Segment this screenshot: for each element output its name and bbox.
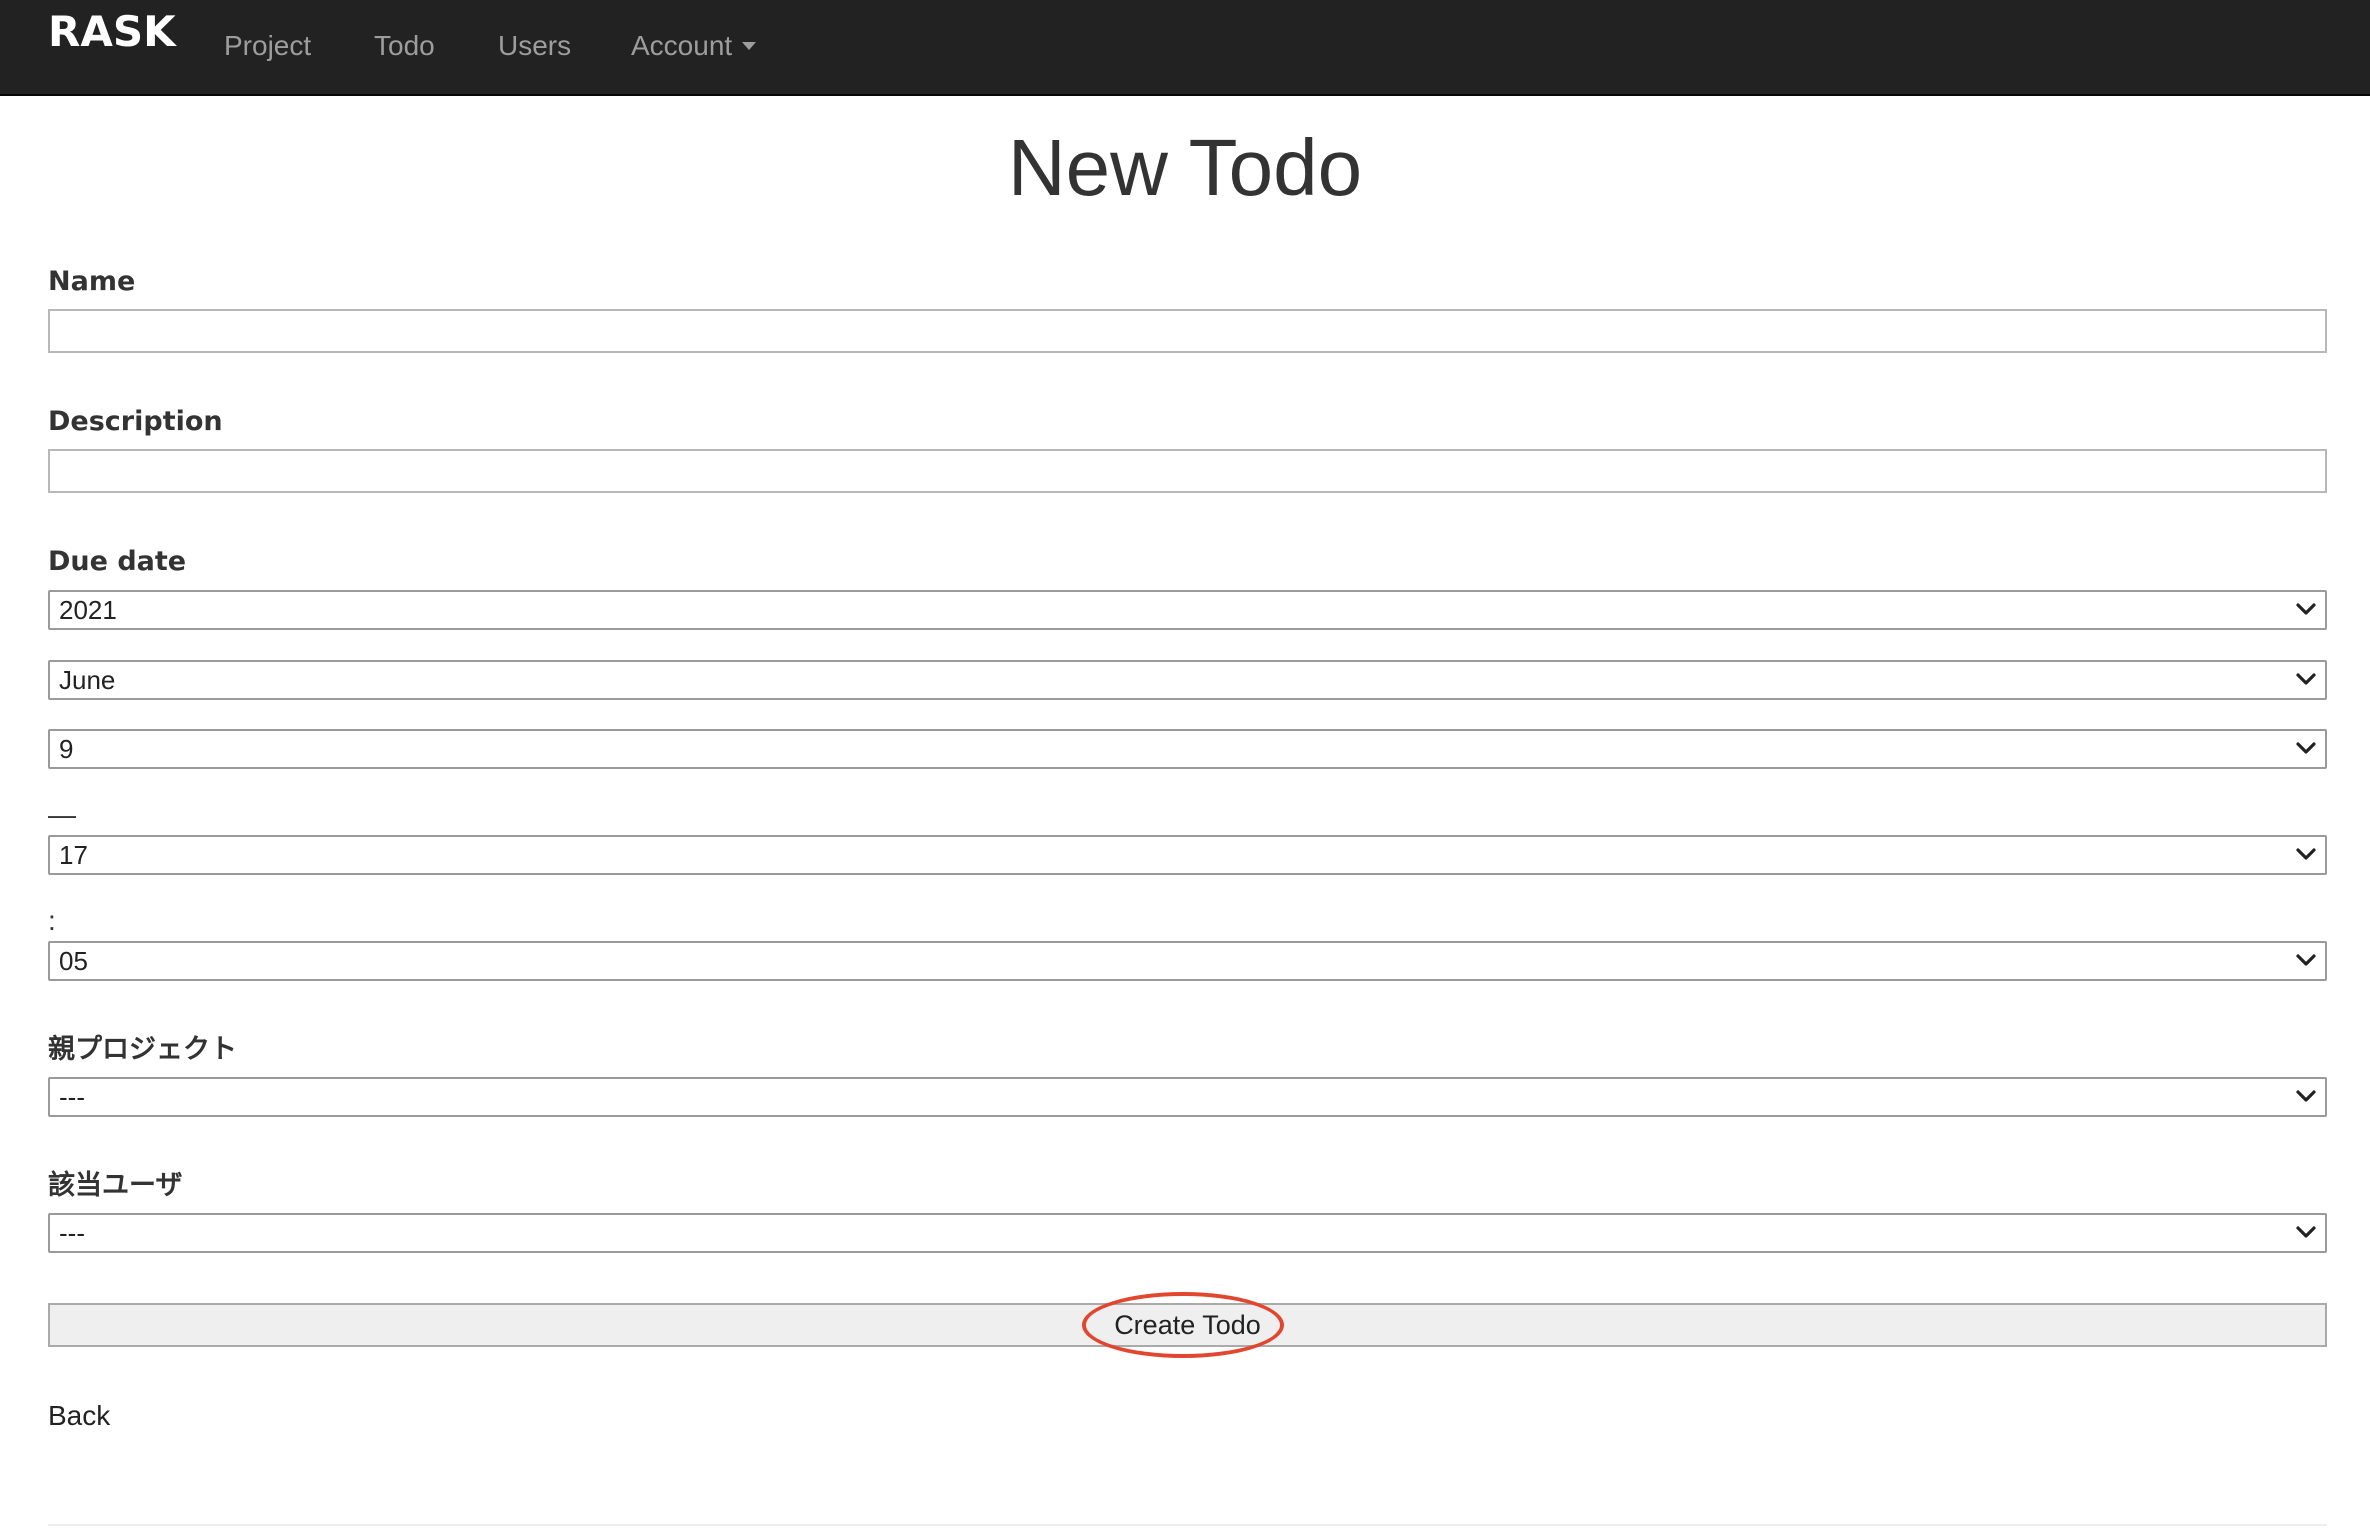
chevron-down-icon: [2296, 1090, 2316, 1102]
description-label: Description: [48, 406, 223, 437]
nav-account-dropdown[interactable]: Account: [631, 24, 757, 68]
description-input[interactable]: [48, 449, 2327, 493]
due-date-year-value: 2021: [59, 595, 117, 625]
due-date-month-select[interactable]: June: [48, 660, 2327, 700]
annotation-circle: [1082, 1292, 1284, 1358]
due-date-minute-value: 05: [59, 946, 88, 976]
nav-link-project[interactable]: Project: [224, 24, 311, 68]
due-date-hour-select[interactable]: 17: [48, 835, 2327, 875]
name-input[interactable]: [48, 309, 2327, 353]
chevron-down-icon: [2296, 1226, 2316, 1238]
chevron-down-icon: [2296, 673, 2316, 685]
due-date-hour-value: 17: [59, 840, 88, 870]
footer-divider: [48, 1524, 2327, 1526]
brand-logo[interactable]: RASK: [48, 6, 176, 58]
due-date-day-select[interactable]: 9: [48, 729, 2327, 769]
due-date-label: Due date: [48, 546, 187, 577]
name-label: Name: [48, 266, 136, 297]
due-date-month-value: June: [59, 665, 116, 695]
assigned-user-label: 該当ユーザ: [48, 1170, 183, 1201]
nav-link-users[interactable]: Users: [498, 24, 571, 68]
assigned-user-select[interactable]: ---: [48, 1213, 2327, 1253]
nav-link-todo[interactable]: Todo: [374, 24, 435, 68]
chevron-down-icon: [2296, 954, 2316, 966]
caret-down-icon: [742, 41, 757, 50]
back-link[interactable]: Back: [48, 1398, 110, 1434]
chevron-down-icon: [2296, 603, 2316, 615]
time-separator: :: [48, 905, 56, 936]
assigned-user-value: ---: [59, 1218, 85, 1248]
chevron-down-icon: [2296, 848, 2316, 860]
chevron-down-icon: [2296, 742, 2316, 754]
date-time-separator: —: [48, 799, 76, 830]
page-title: New Todo: [1007, 123, 1363, 212]
due-date-day-value: 9: [59, 734, 74, 764]
parent-project-select[interactable]: ---: [48, 1077, 2327, 1117]
due-date-minute-select[interactable]: 05: [48, 941, 2327, 981]
parent-project-value: ---: [59, 1082, 85, 1112]
nav-account-label: Account: [631, 30, 733, 61]
due-date-year-select[interactable]: 2021: [48, 590, 2327, 630]
parent-project-label: 親プロジェクト: [48, 1034, 237, 1065]
navbar: RASK Project Todo Users Account: [0, 0, 2370, 96]
